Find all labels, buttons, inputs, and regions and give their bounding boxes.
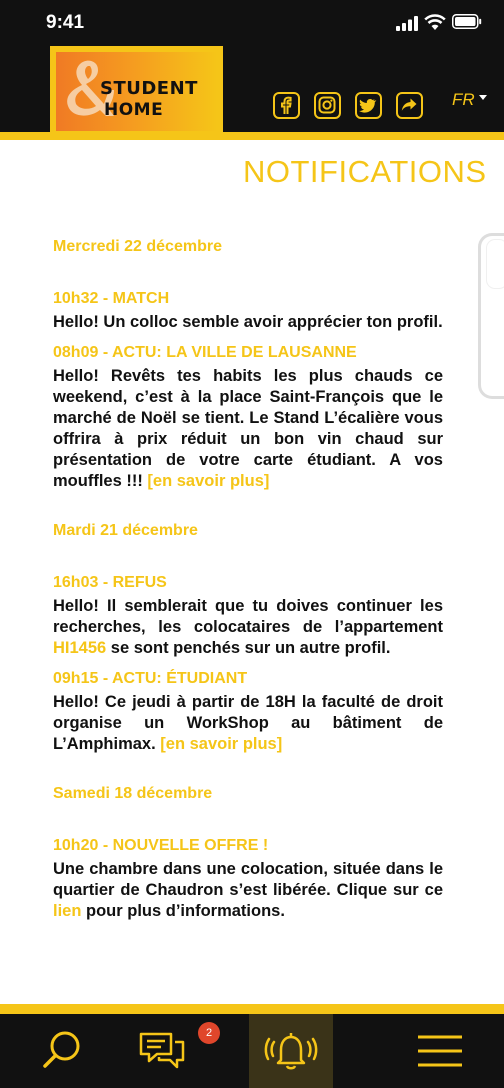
notification-item[interactable]: 09h15 - ACTU: ÉTUDIANT Hello! Ce jeudi à… <box>53 670 443 755</box>
notification-text: Une chambre dans une colocation, située … <box>53 859 443 922</box>
status-time: 9:41 <box>46 12 85 33</box>
notification-title: 16h03 - REFUS <box>53 574 167 591</box>
date-header: Mercredi 22 décembre <box>53 238 222 255</box>
notification-title: 10h32 - MATCH <box>53 290 170 307</box>
scrollbar-thumb[interactable] <box>487 240 504 288</box>
notification-text: Hello! Il semblerait que tu doives conti… <box>53 596 443 659</box>
notification-text: Hello! Ce jeudi à partir de 18H la facul… <box>53 692 443 755</box>
twitter-icon[interactable] <box>355 92 382 119</box>
notification-body: Hello! Il semblerait que tu doives conti… <box>53 597 443 636</box>
notification-title: 10h20 - NOUVELLE OFFRE ! <box>53 837 269 854</box>
notification-body: Une chambre dans une colocation, située … <box>53 860 443 899</box>
offer-link[interactable]: lien <box>53 902 81 920</box>
tab-notifications[interactable] <box>249 1014 333 1088</box>
notifications-panel: NOTIFICATIONS Mercredi 22 décembre 10h32… <box>0 140 504 1004</box>
status-bar: 9:41 <box>0 0 504 48</box>
apartment-link[interactable]: HI1456 <box>53 639 106 657</box>
notifications-bell-icon <box>264 1033 318 1070</box>
language-selector[interactable]: FR <box>452 90 475 110</box>
notification-text: Hello! Un colloc semble avoir apprécier … <box>53 313 443 331</box>
tabbar-divider <box>0 1004 504 1014</box>
read-more-link[interactable]: [en savoir plus] <box>160 735 282 753</box>
date-header: Samedi 18 décembre <box>53 785 213 802</box>
share-icon[interactable] <box>396 92 423 119</box>
page-title: NOTIFICATIONS <box>243 154 487 189</box>
messages-icon <box>139 1032 185 1069</box>
wifi-icon <box>424 14 446 30</box>
notification-title: 09h15 - ACTU: ÉTUDIANT <box>53 670 248 687</box>
search-icon <box>43 1031 80 1068</box>
notification-body-end: pour plus d’informations. <box>81 902 285 920</box>
bottom-tab-bar: 2 <box>0 1014 504 1088</box>
logo-text-student: STUDENT <box>100 78 198 99</box>
date-header: Mardi 21 décembre <box>53 522 198 539</box>
cellular-signal-icon <box>396 16 418 31</box>
notifications-feed: Mercredi 22 décembre 10h32 - MATCH Hello… <box>53 238 443 933</box>
notification-item[interactable]: 08h09 - ACTU: LA VILLE DE LAUSANNE Hello… <box>53 344 443 492</box>
language-dropdown-caret-icon[interactable] <box>479 95 487 100</box>
notification-body-end: se sont penchés sur un autre profil. <box>106 639 391 657</box>
facebook-icon[interactable] <box>273 92 300 119</box>
logo-text-home: HOME <box>104 100 164 120</box>
tab-search[interactable] <box>20 1014 104 1088</box>
read-more-link[interactable]: [en savoir plus] <box>147 472 269 490</box>
notification-text: Hello! Revêts tes habits les plus chauds… <box>53 366 443 492</box>
instagram-icon[interactable] <box>314 92 341 119</box>
phone-screen: 9:41 STUDENT HOME FR NOTIFICATIONS Mercr… <box>0 0 504 1088</box>
tab-messages[interactable] <box>120 1014 204 1088</box>
unread-messages-badge: 2 <box>198 1022 220 1044</box>
battery-icon <box>452 14 482 29</box>
notification-item[interactable]: 10h32 - MATCH Hello! Un colloc semble av… <box>53 290 443 333</box>
notification-item[interactable]: 10h20 - NOUVELLE OFFRE ! Une chambre dan… <box>53 837 443 922</box>
student-home-logo[interactable]: STUDENT HOME <box>50 46 223 137</box>
tab-menu[interactable] <box>398 1014 482 1088</box>
menu-icon <box>418 1035 462 1067</box>
notification-title: 08h09 - ACTU: LA VILLE DE LAUSANNE <box>53 344 357 361</box>
notification-item[interactable]: 16h03 - REFUS Hello! Il semblerait que t… <box>53 574 443 659</box>
